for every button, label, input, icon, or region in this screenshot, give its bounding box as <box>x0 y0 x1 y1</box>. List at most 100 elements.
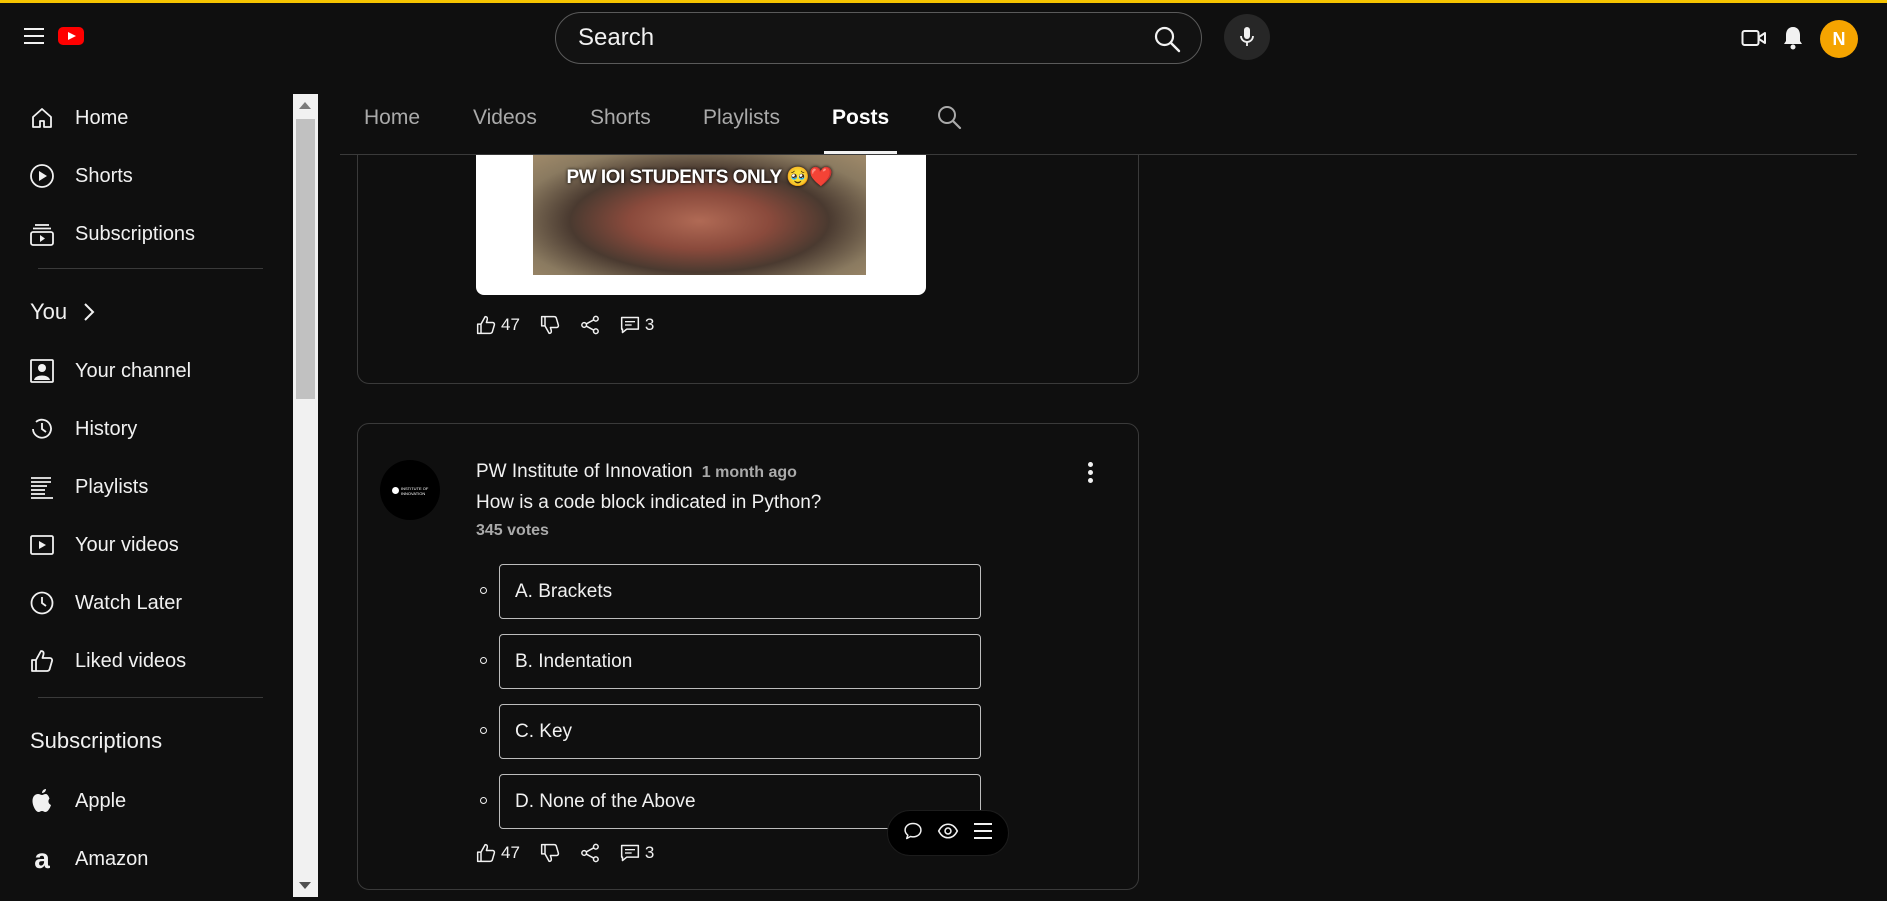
like-count: 47 <box>501 315 520 334</box>
sidebar-item-label: Playlists <box>75 475 149 498</box>
comments-button[interactable]: 3 <box>620 315 654 335</box>
share-icon <box>581 315 599 335</box>
thumbs-up-icon <box>476 315 496 335</box>
sidebar-scrollbar[interactable] <box>293 94 318 897</box>
sidebar-item-label: Liked videos <box>75 649 187 672</box>
sidebar-subscriptions-heading: Subscriptions <box>30 728 163 753</box>
post-image[interactable]: PW IOI STUDENTS ONLY 🥹❤️ <box>476 155 926 295</box>
subscriptions-icon <box>28 220 56 248</box>
like-button[interactable]: 47 <box>476 315 520 335</box>
channel-avatar[interactable]: INSTITUTE OF INNOVATION <box>380 460 440 520</box>
sidebar-item-your-channel[interactable]: Your channel <box>0 347 270 395</box>
image-caption: PW IOI STUDENTS ONLY 🥹❤️ <box>566 167 833 188</box>
sidebar-item-liked-videos[interactable]: Liked videos <box>0 637 270 685</box>
share-button[interactable] <box>580 315 600 335</box>
like-count: 47 <box>501 843 520 862</box>
create-video-icon[interactable] <box>1741 28 1767 53</box>
scrollbar-thumb[interactable] <box>296 119 315 399</box>
tab-videos[interactable]: Videos <box>473 106 537 154</box>
post-actions: 47 3 <box>476 313 666 337</box>
bullet-icon <box>480 587 487 594</box>
channel-name[interactable]: PW Institute of Innovation <box>476 461 693 482</box>
poll-option[interactable]: B. Indentation <box>499 634 981 689</box>
like-button[interactable]: 47 <box>476 843 520 863</box>
comment-count: 3 <box>644 843 655 862</box>
channel-search-icon[interactable] <box>936 104 962 135</box>
sidebar-item-subscriptions[interactable]: Subscriptions <box>0 210 270 258</box>
avatar[interactable]: N <box>1820 20 1858 58</box>
comment-count: 3 <box>644 315 655 334</box>
youtube-logo[interactable] <box>58 27 84 45</box>
sidebar-item-home[interactable]: Home <box>0 94 270 142</box>
playlists-icon <box>28 473 56 501</box>
poll-votes: 345 votes <box>476 522 549 539</box>
mic-button[interactable] <box>1224 14 1270 60</box>
post-photo: PW IOI STUDENTS ONLY 🥹❤️ <box>533 155 866 275</box>
watch-later-icon <box>28 589 56 617</box>
sidebar-item-label: Amazon <box>75 847 149 870</box>
thumbs-down-icon <box>540 315 560 335</box>
guide-sidebar: Home Shorts Subscriptions You Your chann… <box>0 94 290 901</box>
sidebar-divider <box>38 697 263 698</box>
sidebar-item-label: Apple <box>75 789 127 812</box>
eye-icon[interactable] <box>937 821 959 846</box>
bell-icon[interactable] <box>1782 25 1804 56</box>
sidebar-item-playlists[interactable]: Playlists <box>0 463 270 511</box>
poll-option[interactable]: A. Brackets <box>499 564 981 619</box>
history-icon <box>28 415 56 443</box>
post-header: PW Institute of Innovation 1 month ago <box>476 461 797 483</box>
poll-question: How is a code block indicated in Python? <box>476 492 822 513</box>
menu-icon[interactable] <box>24 28 44 44</box>
scroll-up-arrow[interactable] <box>299 102 311 109</box>
your-videos-icon <box>28 531 56 559</box>
sidebar-item-apple[interactable]: Apple <box>0 777 270 825</box>
post-time[interactable]: 1 month ago <box>702 464 797 481</box>
apple-icon <box>28 787 56 815</box>
sidebar-item-label: Your videos <box>75 533 179 556</box>
your-channel-icon <box>28 357 56 385</box>
liked-videos-icon <box>28 647 56 675</box>
comment-icon <box>620 844 640 862</box>
avatar-text: INSTITUTE OF INNOVATION <box>401 486 429 496</box>
poll-option[interactable]: C. Key <box>499 704 981 759</box>
comment-icon <box>620 316 640 334</box>
more-options-icon[interactable] <box>1086 462 1094 486</box>
sidebar-item-label: Watch Later <box>75 591 183 614</box>
floating-toolbar <box>887 810 1009 856</box>
sidebar-item-shorts[interactable]: Shorts <box>0 152 270 200</box>
shorts-icon <box>28 162 56 190</box>
thumbs-down-icon <box>540 843 560 863</box>
scroll-down-arrow[interactable] <box>299 882 311 889</box>
sidebar-item-label: Home <box>75 106 129 129</box>
sidebar-divider <box>38 268 263 269</box>
sidebar-item-label: Subscriptions <box>75 222 196 245</box>
dislike-button[interactable] <box>540 315 560 335</box>
comments-button[interactable]: 3 <box>620 843 654 863</box>
comment-bubble-icon[interactable] <box>903 821 923 846</box>
tab-posts[interactable]: Posts <box>823 106 898 154</box>
sidebar-item-label: Shorts <box>75 164 133 187</box>
chevron-right-icon <box>84 303 95 321</box>
tab-shorts[interactable]: Shorts <box>590 106 651 154</box>
sidebar-item-label: Your channel <box>75 359 192 382</box>
channel-tabs: Home Videos Shorts Playlists Posts <box>340 94 1857 155</box>
search-input[interactable] <box>578 23 1138 53</box>
dislike-button[interactable] <box>540 843 560 863</box>
tab-home[interactable]: Home <box>364 106 420 154</box>
sidebar-item-watch-later[interactable]: Watch Later <box>0 579 270 627</box>
post-actions: 47 3 <box>476 841 666 865</box>
sidebar-item-amazon[interactable]: a Amazon <box>0 835 270 883</box>
thumbs-up-icon <box>476 843 496 863</box>
masthead: N <box>0 3 1887 73</box>
menu-lines-icon[interactable] <box>973 822 993 845</box>
bullet-icon <box>480 657 487 664</box>
share-icon <box>581 843 599 863</box>
sidebar-item-history[interactable]: History <box>0 405 270 453</box>
amazon-icon: a <box>34 843 50 874</box>
sidebar-item-your-videos[interactable]: Your videos <box>0 521 270 569</box>
search-icon[interactable] <box>1153 25 1181 53</box>
sidebar-you-heading[interactable]: You <box>30 299 95 325</box>
tab-playlists[interactable]: Playlists <box>703 106 780 154</box>
share-button[interactable] <box>580 843 600 863</box>
search-bar <box>555 12 1202 64</box>
